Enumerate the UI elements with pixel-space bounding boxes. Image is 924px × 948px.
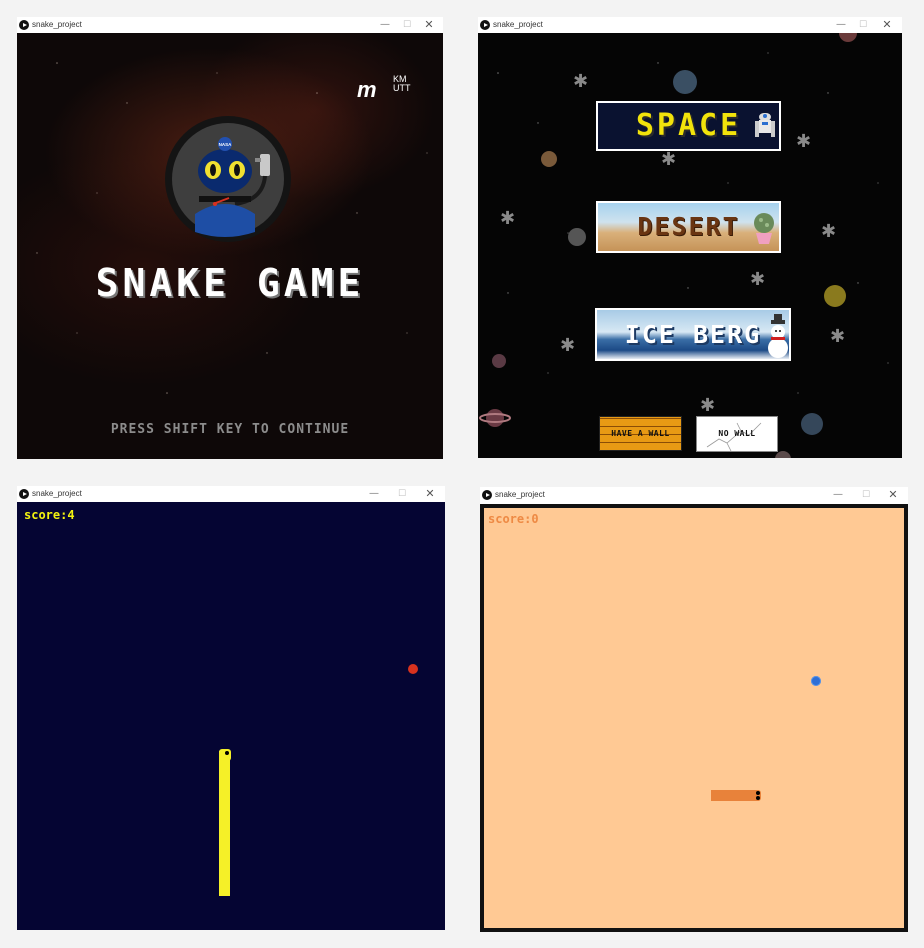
title-bar: snake_project — ☐ ✕ xyxy=(17,486,445,502)
press-shift-prompt: PRESS SHIFT KEY TO CONTINUE xyxy=(110,422,350,437)
space-theme-label: SPACE xyxy=(635,108,742,143)
window-title: snake_project xyxy=(493,20,543,29)
nasa-badge-text: NASA xyxy=(219,142,233,147)
maximize-button[interactable]: ☐ xyxy=(855,487,877,503)
snake-eye xyxy=(225,751,229,755)
processing-app-icon xyxy=(19,489,29,499)
title-screen-canvas: m KM UTT NASA SNAKE GAME PRESS SHIFT KEY… xyxy=(17,33,443,459)
svg-text:✱: ✱ xyxy=(573,71,588,92)
robot-icon xyxy=(755,113,775,137)
window-title: snake_project xyxy=(495,490,545,499)
maximize-button[interactable]: ☐ xyxy=(852,17,874,33)
close-button[interactable]: ✕ xyxy=(882,487,904,503)
cactus-icon xyxy=(754,213,774,244)
ringed-planet-icon xyxy=(486,409,504,427)
snake-head xyxy=(750,790,761,801)
planet-icon xyxy=(824,285,846,307)
snake-body xyxy=(219,751,230,896)
space-game-window: snake_project — ☐ ✕ score:4 xyxy=(17,486,445,930)
maximize-button[interactable]: ☐ xyxy=(391,486,413,502)
snake-eye xyxy=(756,796,760,800)
have-a-wall-label: HAVE A WALL xyxy=(611,429,670,438)
theme-select-canvas: ✱ ✱ ✱ ✱ ✱ ✱ ✱ ✱ ✱ SPACE DESERT ICE BERG … xyxy=(478,33,902,458)
svg-text:✱: ✱ xyxy=(500,208,515,229)
planet-icon xyxy=(568,228,586,246)
svg-text:✱: ✱ xyxy=(700,395,715,416)
title-bar: snake_project — ☐ ✕ xyxy=(480,487,908,503)
snake-eye xyxy=(756,791,760,795)
window-title: snake_project xyxy=(32,20,82,29)
desert-game-window: snake_project — ☐ ✕ score:0 xyxy=(480,487,908,932)
brand-m-logo: m xyxy=(357,77,377,102)
no-wall-button[interactable]: NO WALL xyxy=(696,416,778,452)
score-label: score:4 xyxy=(24,508,75,522)
svg-text:✱: ✱ xyxy=(821,221,836,242)
minimize-button[interactable]: — xyxy=(830,17,852,33)
minimize-button[interactable]: — xyxy=(374,17,396,33)
no-wall-label: NO WALL xyxy=(718,429,756,438)
kmutt-logo: KM UTT xyxy=(393,74,411,93)
minimize-button[interactable]: — xyxy=(363,486,385,502)
have-a-wall-button[interactable]: HAVE A WALL xyxy=(599,416,682,451)
processing-app-icon xyxy=(480,20,490,30)
planet-icon xyxy=(492,354,506,368)
iceberg-theme-button[interactable]: ICE BERG xyxy=(595,308,791,361)
score-label: score:0 xyxy=(488,512,539,526)
food-orb xyxy=(811,676,821,686)
starfield xyxy=(36,62,428,394)
title-screen-window: snake_project — ☐ ✕ m KM UTT NASA SNAKE … xyxy=(17,17,443,459)
desert-theme-button[interactable]: DESERT xyxy=(596,201,781,253)
svg-text:✱: ✱ xyxy=(661,149,676,170)
planet-icon xyxy=(673,70,697,94)
svg-text:✱: ✱ xyxy=(796,131,811,152)
planet-icon xyxy=(541,151,557,167)
title-bar: snake_project — ☐ ✕ xyxy=(478,17,902,33)
close-button[interactable]: ✕ xyxy=(419,486,441,502)
planet-icon xyxy=(801,413,823,435)
food-apple xyxy=(408,664,418,674)
planet-icon xyxy=(839,33,857,42)
minimize-button[interactable]: — xyxy=(827,487,849,503)
processing-app-icon xyxy=(19,20,29,30)
game-title: SNAKE GAME xyxy=(95,261,365,305)
maximize-button[interactable]: ☐ xyxy=(396,17,418,33)
title-bar: snake_project — ☐ ✕ xyxy=(17,17,443,33)
svg-text:✱: ✱ xyxy=(560,335,575,356)
snowman-icon xyxy=(768,314,788,358)
svg-text:✱: ✱ xyxy=(830,326,845,347)
space-game-canvas: score:4 xyxy=(17,502,445,930)
snake-head xyxy=(219,749,231,761)
close-button[interactable]: ✕ xyxy=(876,17,898,33)
close-button[interactable]: ✕ xyxy=(418,17,440,33)
space-theme-button[interactable]: SPACE xyxy=(596,101,781,151)
window-title: snake_project xyxy=(32,489,82,498)
processing-app-icon xyxy=(482,490,492,500)
planet-icon xyxy=(775,451,791,458)
desert-game-canvas: score:0 xyxy=(480,504,908,932)
iceberg-theme-label: ICE BERG xyxy=(624,320,762,349)
astronaut-cat-emblem: NASA xyxy=(165,116,291,242)
theme-select-window: snake_project — ☐ ✕ ✱ ✱ ✱ ✱ ✱ ✱ ✱ ✱ ✱ SP… xyxy=(478,17,902,458)
svg-text:✱: ✱ xyxy=(750,269,765,290)
